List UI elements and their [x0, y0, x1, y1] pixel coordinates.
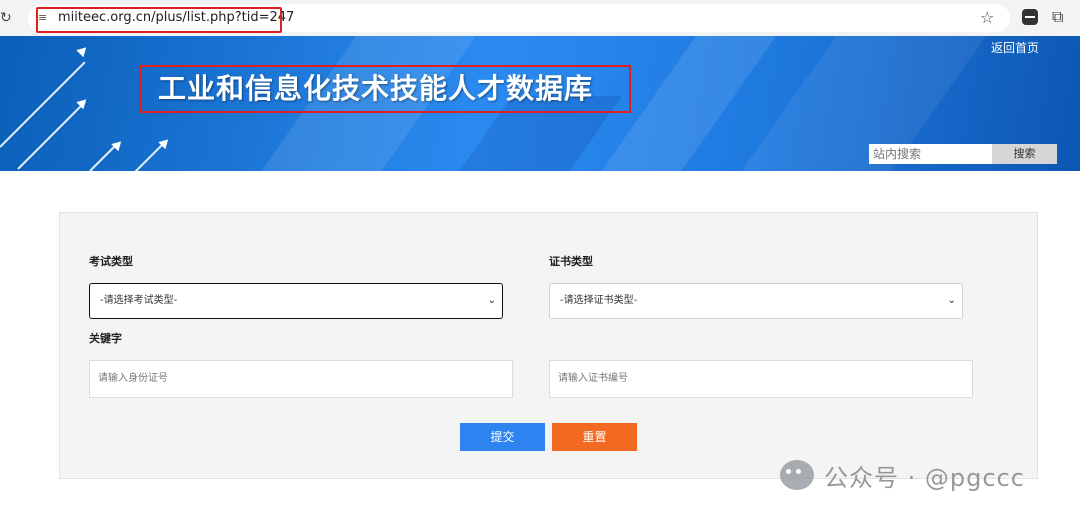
exam-type-label: 考试类型 [89, 255, 133, 268]
watermark: 公众号 · @pgccc [780, 455, 1025, 495]
keyword-label: 关键字 [89, 332, 122, 345]
extension-app-icon[interactable] [1022, 9, 1038, 25]
cert-type-label: 证书类型 [549, 255, 593, 268]
submit-button[interactable]: 提交 [460, 423, 545, 451]
cert-number-input[interactable]: 请输入证书编号 [549, 360, 973, 398]
exam-type-select[interactable]: -请选择考试类型- ⌄ [89, 283, 503, 319]
cert-type-selected-value: -请选择证书类型- [560, 295, 638, 306]
puzzle-icon[interactable]: ⧉ [1052, 8, 1063, 26]
site-title: 工业和信息化技术技能人才数据库 [158, 72, 594, 105]
browser-toolbar: ↻ ≡ miiteec.org.cn/plus/list.php?tid=247… [0, 0, 1080, 36]
exam-type-selected-value: -请选择考试类型- [100, 295, 178, 306]
cert-type-select[interactable]: -请选择证书类型- ⌄ [549, 283, 963, 319]
wechat-icon [780, 460, 814, 490]
watermark-text: 公众号 · @pgccc [824, 463, 1025, 492]
banner-arrow [0, 61, 86, 148]
banner-arrow [134, 141, 166, 171]
reset-button[interactable]: 重置 [552, 423, 637, 451]
banner-arrow [17, 101, 86, 170]
id-number-input[interactable]: 请输入身份证号 [89, 360, 513, 398]
chevron-down-icon: ⌄ [947, 295, 956, 306]
banner-arrow-head [76, 43, 90, 58]
home-link[interactable]: 返回首页 [991, 41, 1039, 55]
reload-icon[interactable]: ↻ [0, 9, 14, 27]
url-highlight-box [36, 7, 282, 33]
query-form-panel: 考试类型 证书类型 -请选择考试类型- ⌄ -请选择证书类型- ⌄ 关键字 请输… [59, 212, 1038, 479]
search-button[interactable]: 搜索 [992, 144, 1057, 164]
site-search-input[interactable] [869, 144, 992, 164]
banner-arrow [89, 143, 118, 171]
chevron-down-icon: ⌄ [487, 295, 496, 306]
banner-arrow-head [111, 137, 125, 152]
site-banner: 返回首页 工业和信息化技术技能人才数据库 搜索 [0, 36, 1080, 171]
star-icon[interactable]: ☆ [980, 8, 994, 28]
